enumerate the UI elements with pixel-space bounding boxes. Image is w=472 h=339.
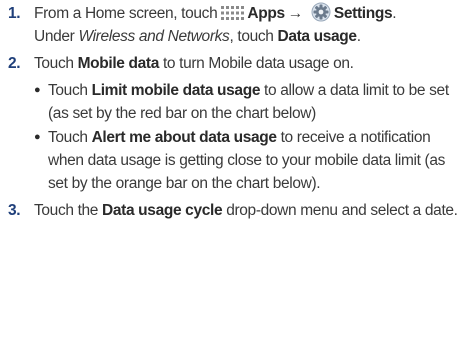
- step-1-body: From a Home screen, touch Apps → Setting…: [34, 2, 466, 48]
- step-text: .: [392, 5, 397, 22]
- step-text: .: [356, 28, 361, 45]
- step-2-bullets: ● Touch Limit mobile data usage to allow…: [34, 79, 466, 195]
- wireless-networks-label: Wireless and Networks: [78, 28, 230, 45]
- step-2: 2. Touch Mobile data to turn Mobile data…: [8, 52, 466, 75]
- list-item: ● Touch Limit mobile data usage to allow…: [34, 79, 466, 125]
- step-text: Under: [34, 28, 79, 45]
- settings-label: Settings: [333, 5, 393, 22]
- step-3: 3. Touch the Data usage cycle drop-down …: [8, 199, 466, 222]
- step-1: 1. From a Home screen, touch Apps → Sett…: [8, 2, 466, 48]
- data-usage-label: Data usage: [277, 28, 358, 45]
- step-text: to turn Mobile data usage on.: [159, 55, 354, 72]
- step-number: 2.: [8, 55, 21, 72]
- bullet-icon: ●: [34, 84, 41, 96]
- settings-gear-icon: [311, 2, 331, 22]
- step-number: 1.: [8, 5, 21, 22]
- bullet-text: Touch Alert me about data usage to recei…: [48, 126, 466, 195]
- bullet-icon: ●: [34, 131, 41, 143]
- list-item: ● Touch Alert me about data usage to rec…: [34, 126, 466, 195]
- limit-mobile-data-label: Limit mobile data usage: [91, 82, 261, 99]
- step-text: Touch the: [34, 202, 103, 219]
- instruction-page: 1. From a Home screen, touch Apps → Sett…: [0, 0, 472, 339]
- step-text: From a Home screen, touch: [34, 5, 218, 22]
- apps-label: Apps: [247, 5, 285, 22]
- step-text: , touch: [229, 28, 278, 45]
- step-1-line-2: Under Wireless and Networks, touch Data …: [34, 25, 466, 48]
- bullet-text: Touch Limit mobile data usage to allow a…: [48, 79, 466, 125]
- step-3-body: Touch the Data usage cycle drop-down men…: [34, 199, 466, 222]
- mobile-data-label: Mobile data: [77, 55, 160, 72]
- step-text: Touch: [34, 55, 78, 72]
- step-2-body: Touch Mobile data to turn Mobile data us…: [34, 52, 466, 75]
- step-1-line-1: From a Home screen, touch Apps → Setting…: [34, 2, 466, 25]
- step-text: drop-down menu and select a date.: [222, 202, 458, 219]
- step-text: Touch: [48, 82, 92, 99]
- arrow: →: [287, 5, 304, 22]
- data-usage-cycle-label: Data usage cycle: [102, 202, 223, 219]
- apps-grid-icon: [221, 6, 245, 20]
- step-number: 3.: [8, 202, 21, 219]
- step-text: Touch: [48, 129, 92, 146]
- alert-data-usage-label: Alert me about data usage: [91, 129, 277, 146]
